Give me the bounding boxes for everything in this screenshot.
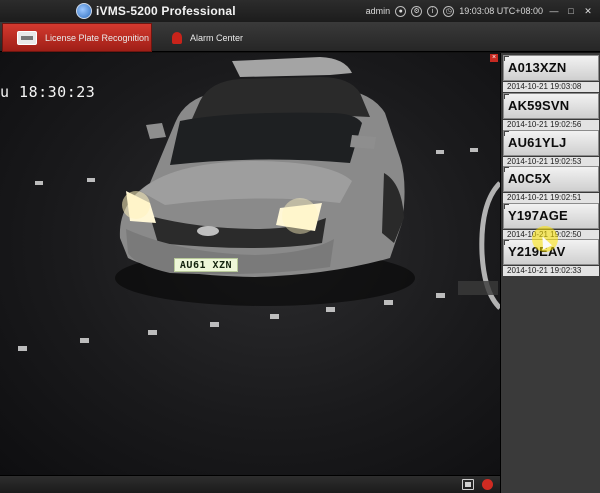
recognition-list: A013XZN 2014-10-21 19:03:08 AK59SVN 2014…	[500, 53, 600, 493]
plate-number: AU61YLJ	[508, 135, 567, 150]
app-title: iVMS-5200 Professional	[96, 4, 236, 18]
app-logo-icon	[76, 3, 92, 19]
stop-live-icon[interactable]	[482, 479, 493, 490]
plate-number: Y219EAV	[508, 244, 566, 259]
list-item[interactable]: A0C5X 2014-10-21 19:02:51	[503, 166, 599, 203]
minimize-icon[interactable]: —	[548, 5, 560, 17]
video-timestamp: u 18:30:23	[0, 83, 96, 101]
plate-number: Y197AGE	[508, 208, 568, 223]
system-clock: 19:03:08 UTC+08:00	[459, 6, 543, 16]
info-icon[interactable]: i	[427, 5, 439, 17]
alarm-bell-icon	[172, 31, 182, 44]
plate-number: A0C5X	[508, 171, 551, 186]
tab-alarm-center[interactable]: Alarm Center	[160, 23, 260, 52]
license-plate-icon	[17, 30, 37, 45]
tab-label: Alarm Center	[190, 32, 244, 43]
video-toolbar	[0, 475, 500, 493]
tab-label: License Plate Recognition	[45, 32, 150, 43]
live-video-view[interactable]: u 18:30:23 AU61 XZN ×	[0, 53, 500, 475]
camera-scene	[18, 57, 500, 351]
list-item[interactable]: Y197AGE 2014-10-21 19:02:50	[503, 203, 599, 240]
capture-time: 2014-10-21 19:03:08	[503, 82, 599, 92]
lock-icon[interactable]: ●	[395, 5, 407, 17]
title-bar-status: admin ● ⚙ i ◷ 19:03:08 UTC+08:00 — □ ✕	[366, 3, 594, 19]
settings-icon[interactable]: ⚙	[411, 5, 423, 17]
plate-number: A013XZN	[508, 60, 567, 75]
tab-license-plate-recognition[interactable]: License Plate Recognition	[2, 23, 152, 52]
maximize-icon[interactable]: □	[565, 5, 577, 17]
module-tab-bar: License Plate Recognition Alarm Center	[0, 22, 600, 52]
list-item[interactable]: A013XZN 2014-10-21 19:03:08	[503, 55, 599, 92]
plate-number-box: A0C5X	[503, 166, 599, 192]
username[interactable]: admin	[366, 6, 391, 16]
title-bar: iVMS-5200 Professional admin ● ⚙ i ◷ 19:…	[0, 0, 600, 22]
close-icon[interactable]: ✕	[582, 5, 594, 17]
list-item[interactable]: Y219EAV 2014-10-21 19:02:33	[503, 239, 599, 276]
capture-time: 2014-10-21 19:02:51	[503, 193, 599, 203]
capture-time: 2014-10-21 19:02:56	[503, 120, 599, 130]
plate-number-box: Y219EAV	[503, 239, 599, 265]
plate-number-box: Y197AGE	[503, 203, 599, 229]
list-item[interactable]: AU61YLJ 2014-10-21 19:02:53	[503, 130, 599, 167]
plate-number: AK59SVN	[508, 98, 570, 113]
plate-number-box: A013XZN	[503, 55, 599, 81]
clock-icon: ◷	[443, 5, 455, 17]
list-item[interactable]: AK59SVN 2014-10-21 19:02:56	[503, 93, 599, 130]
plate-number-box: AK59SVN	[503, 93, 599, 119]
capture-time: 2014-10-21 19:02:33	[503, 266, 599, 276]
vehicle-license-plate: AU61 XZN	[174, 258, 238, 272]
plate-number-box: AU61YLJ	[503, 130, 599, 156]
video-close-icon[interactable]: ×	[490, 54, 498, 62]
capture-icon[interactable]	[462, 479, 474, 490]
